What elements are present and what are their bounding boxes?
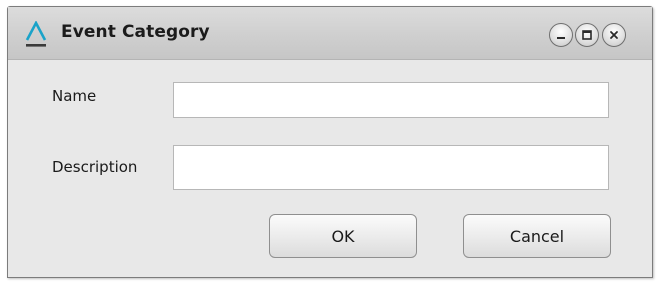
name-field[interactable] [173, 82, 609, 118]
description-field[interactable] [173, 145, 609, 190]
cancel-button[interactable]: Cancel [463, 214, 611, 258]
name-label: Name [52, 87, 97, 105]
title-bar[interactable]: Event Category [8, 7, 652, 60]
close-button[interactable] [602, 23, 626, 47]
close-icon [610, 31, 618, 39]
minimize-button[interactable] [549, 23, 573, 47]
minimize-icon [557, 37, 565, 39]
maximize-icon [582, 30, 592, 40]
maximize-button[interactable] [575, 23, 599, 47]
description-label: Description [52, 158, 138, 176]
delta-logo-icon [25, 21, 47, 47]
event-category-dialog: Event Category Name Description OK Cance… [7, 6, 653, 278]
window-title: Event Category [61, 22, 210, 42]
ok-button[interactable]: OK [269, 214, 417, 258]
